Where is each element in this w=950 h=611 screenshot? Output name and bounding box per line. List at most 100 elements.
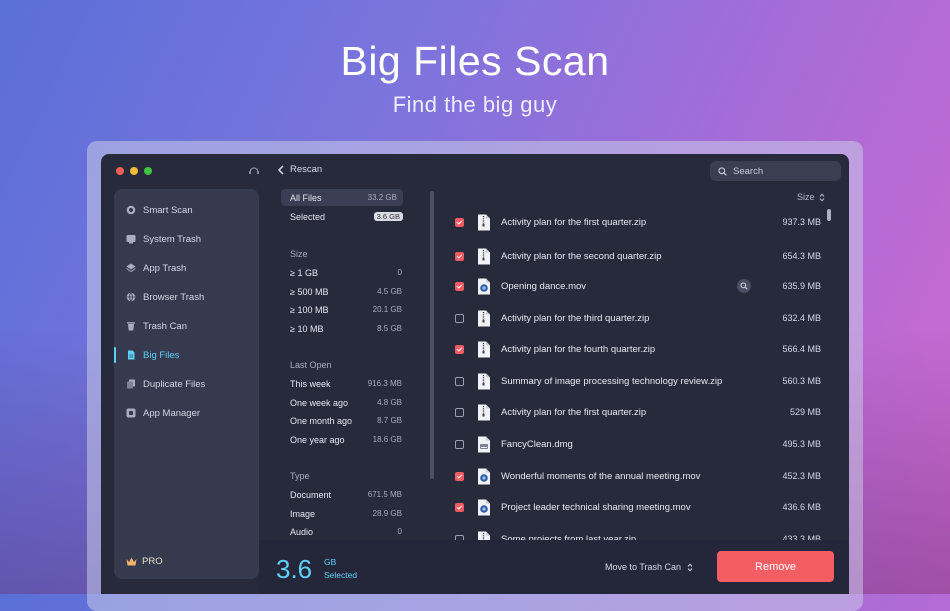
checkbox-checked[interactable] [455,281,464,291]
file-size: 632.4 MB [782,313,821,323]
filter-all-files[interactable]: All Files 33.2 GB [281,189,403,206]
checkbox-unchecked[interactable] [455,439,464,449]
file-name: Activity plan for the third quarter.zip [501,312,650,324]
remove-button[interactable]: Remove [717,551,834,582]
video-file-icon [464,468,501,485]
move-to-trash-select[interactable]: Move to Trash Can [605,562,693,572]
file-name: FancyClean.dmg [501,438,573,450]
sort-arrows-icon [819,192,824,202]
chevron-updown-icon [687,562,693,572]
minimize-window-button[interactable] [130,167,138,175]
trash-can-icon [127,322,135,331]
sidebar-item-system-trash[interactable]: System Trash [114,228,259,250]
search-input[interactable]: Search [710,161,841,181]
sidebar-item-trash-can[interactable]: Trash Can [114,315,259,337]
checkbox-unchecked[interactable] [455,407,464,417]
size-section-heading: Size [290,249,308,259]
checkbox-checked[interactable] [455,502,464,512]
file-name: Opening dance.mov [501,280,587,292]
file-size: 436.6 MB [782,502,821,512]
file-row[interactable]: Activity plan for the fourth quarter.zip… [451,337,821,361]
app-window: Rescan Search Smart Scan System Trash Ap… [101,154,849,594]
preview-magnifier-icon[interactable] [737,279,751,293]
size-sort-header[interactable]: Size [797,192,825,202]
sidebar-item-app-manager[interactable]: App Manager [114,402,259,424]
filter-one-month-ago[interactable]: One month ago 8.7 GB [281,412,403,429]
file-row[interactable]: Activity plan for the second quarter.zip… [451,244,821,268]
sidebar-item-browser-trash[interactable]: Browser Trash [114,286,259,308]
zip-file-icon [464,310,501,327]
checkbox-unchecked[interactable] [455,376,464,386]
zip-file-icon [464,373,501,390]
pro-badge[interactable]: PRO [126,556,163,567]
checkbox-checked[interactable] [455,344,464,354]
selected-size-badge: 3.6 GB [373,212,403,221]
filter-one-week-ago[interactable]: One week ago 4.8 GB [281,394,403,411]
file-row[interactable]: Activity plan for the first quarter.zip 9… [451,210,821,234]
zoom-window-button[interactable] [144,167,152,175]
filter-size-10mb[interactable]: ≥ 10 MB 8.5 GB [281,320,403,337]
browser-trash-icon [126,292,136,302]
hero-subtitle: Find the big guy [392,92,558,117]
type-section-heading: Type [290,471,310,481]
filter-selected[interactable]: Selected 3.6 GB [281,208,403,225]
sidebar-item-app-trash[interactable]: App Trash [114,257,259,279]
last-open-section-heading: Last Open [290,360,332,370]
file-size: 566.4 MB [782,344,821,354]
filter-scrollbar[interactable] [430,191,434,479]
filter-type-audio[interactable]: Audio 0 [281,523,403,540]
zip-file-icon [464,404,501,421]
crown-icon [126,557,137,566]
rescan-label: Rescan [290,164,323,175]
bottom-bar: 3.6 GB Selected Move to Trash Can Remove [259,540,849,594]
duplicate-files-icon [127,379,135,389]
smart-scan-icon [126,205,136,215]
sidebar-item-smart-scan[interactable]: Smart Scan [114,199,259,221]
file-row[interactable]: Wonderful moments of the annual meeting.… [451,464,821,488]
filter-size-100mb[interactable]: ≥ 100 MB 20.1 GB [281,301,403,318]
zip-file-icon [464,214,501,231]
selected-unit: GB [324,557,337,567]
file-row[interactable]: FancyClean.dmg 495.3 MB [451,432,821,456]
file-list-scrollbar[interactable] [827,209,831,221]
selected-amount: 3.6 [276,554,313,584]
chevron-left-icon [277,164,284,175]
file-row[interactable]: Activity plan for the third quarter.zip 6… [451,306,821,330]
filter-panel: All Files 33.2 GB Selected 3.6 GB Size ≥… [281,189,411,541]
filter-size-500mb[interactable]: ≥ 500 MB 4.5 GB [281,283,403,300]
app-trash-icon [126,263,136,273]
checkbox-checked[interactable] [455,471,464,481]
filter-this-week[interactable]: This week 916.3 MB [281,375,403,392]
sidebar-item-duplicate-files[interactable]: Duplicate Files [114,373,259,395]
file-size: 654.3 MB [782,251,821,261]
file-row[interactable]: Activity plan for the first quarter.zip 5… [451,400,821,424]
filter-type-image[interactable]: Image 28.9 GB [281,505,403,522]
filter-type-document[interactable]: Document 671.5 MB [281,486,403,503]
disk-image-icon [464,436,501,453]
zip-file-icon [464,341,501,358]
app-manager-icon [126,408,136,418]
file-row[interactable]: Opening dance.mov 635.9 MB [451,274,821,298]
file-size: 560.3 MB [782,376,821,386]
rescan-button[interactable]: Rescan [277,164,322,175]
file-size: 529 MB [789,407,821,417]
file-size: 452.3 MB [782,471,821,481]
file-row[interactable]: Project leader technical sharing meeting… [451,495,821,519]
sidebar-item-big-files[interactable]: Big Files [114,344,259,366]
checkbox-unchecked[interactable] [455,313,464,323]
file-name: Summary of image processing technology r… [501,375,723,387]
filter-one-year-ago[interactable]: One year ago 18.6 GB [281,431,403,448]
checkbox-checked[interactable] [455,251,464,261]
file-row[interactable]: Summary of image processing technology r… [451,369,821,393]
file-size: 495.3 MB [782,439,821,449]
video-file-icon [464,278,501,295]
zip-file-icon [464,248,501,265]
big-files-icon [128,350,135,360]
filter-size-1gb[interactable]: ≥ 1 GB 0 [281,264,403,281]
close-window-button[interactable] [116,167,124,175]
selected-label: Selected [324,570,358,580]
file-size: 937.3 MB [782,217,821,227]
support-icon[interactable] [248,165,260,177]
checkbox-checked[interactable] [455,217,464,227]
file-name: Activity plan for the first quarter.zip [501,406,647,418]
